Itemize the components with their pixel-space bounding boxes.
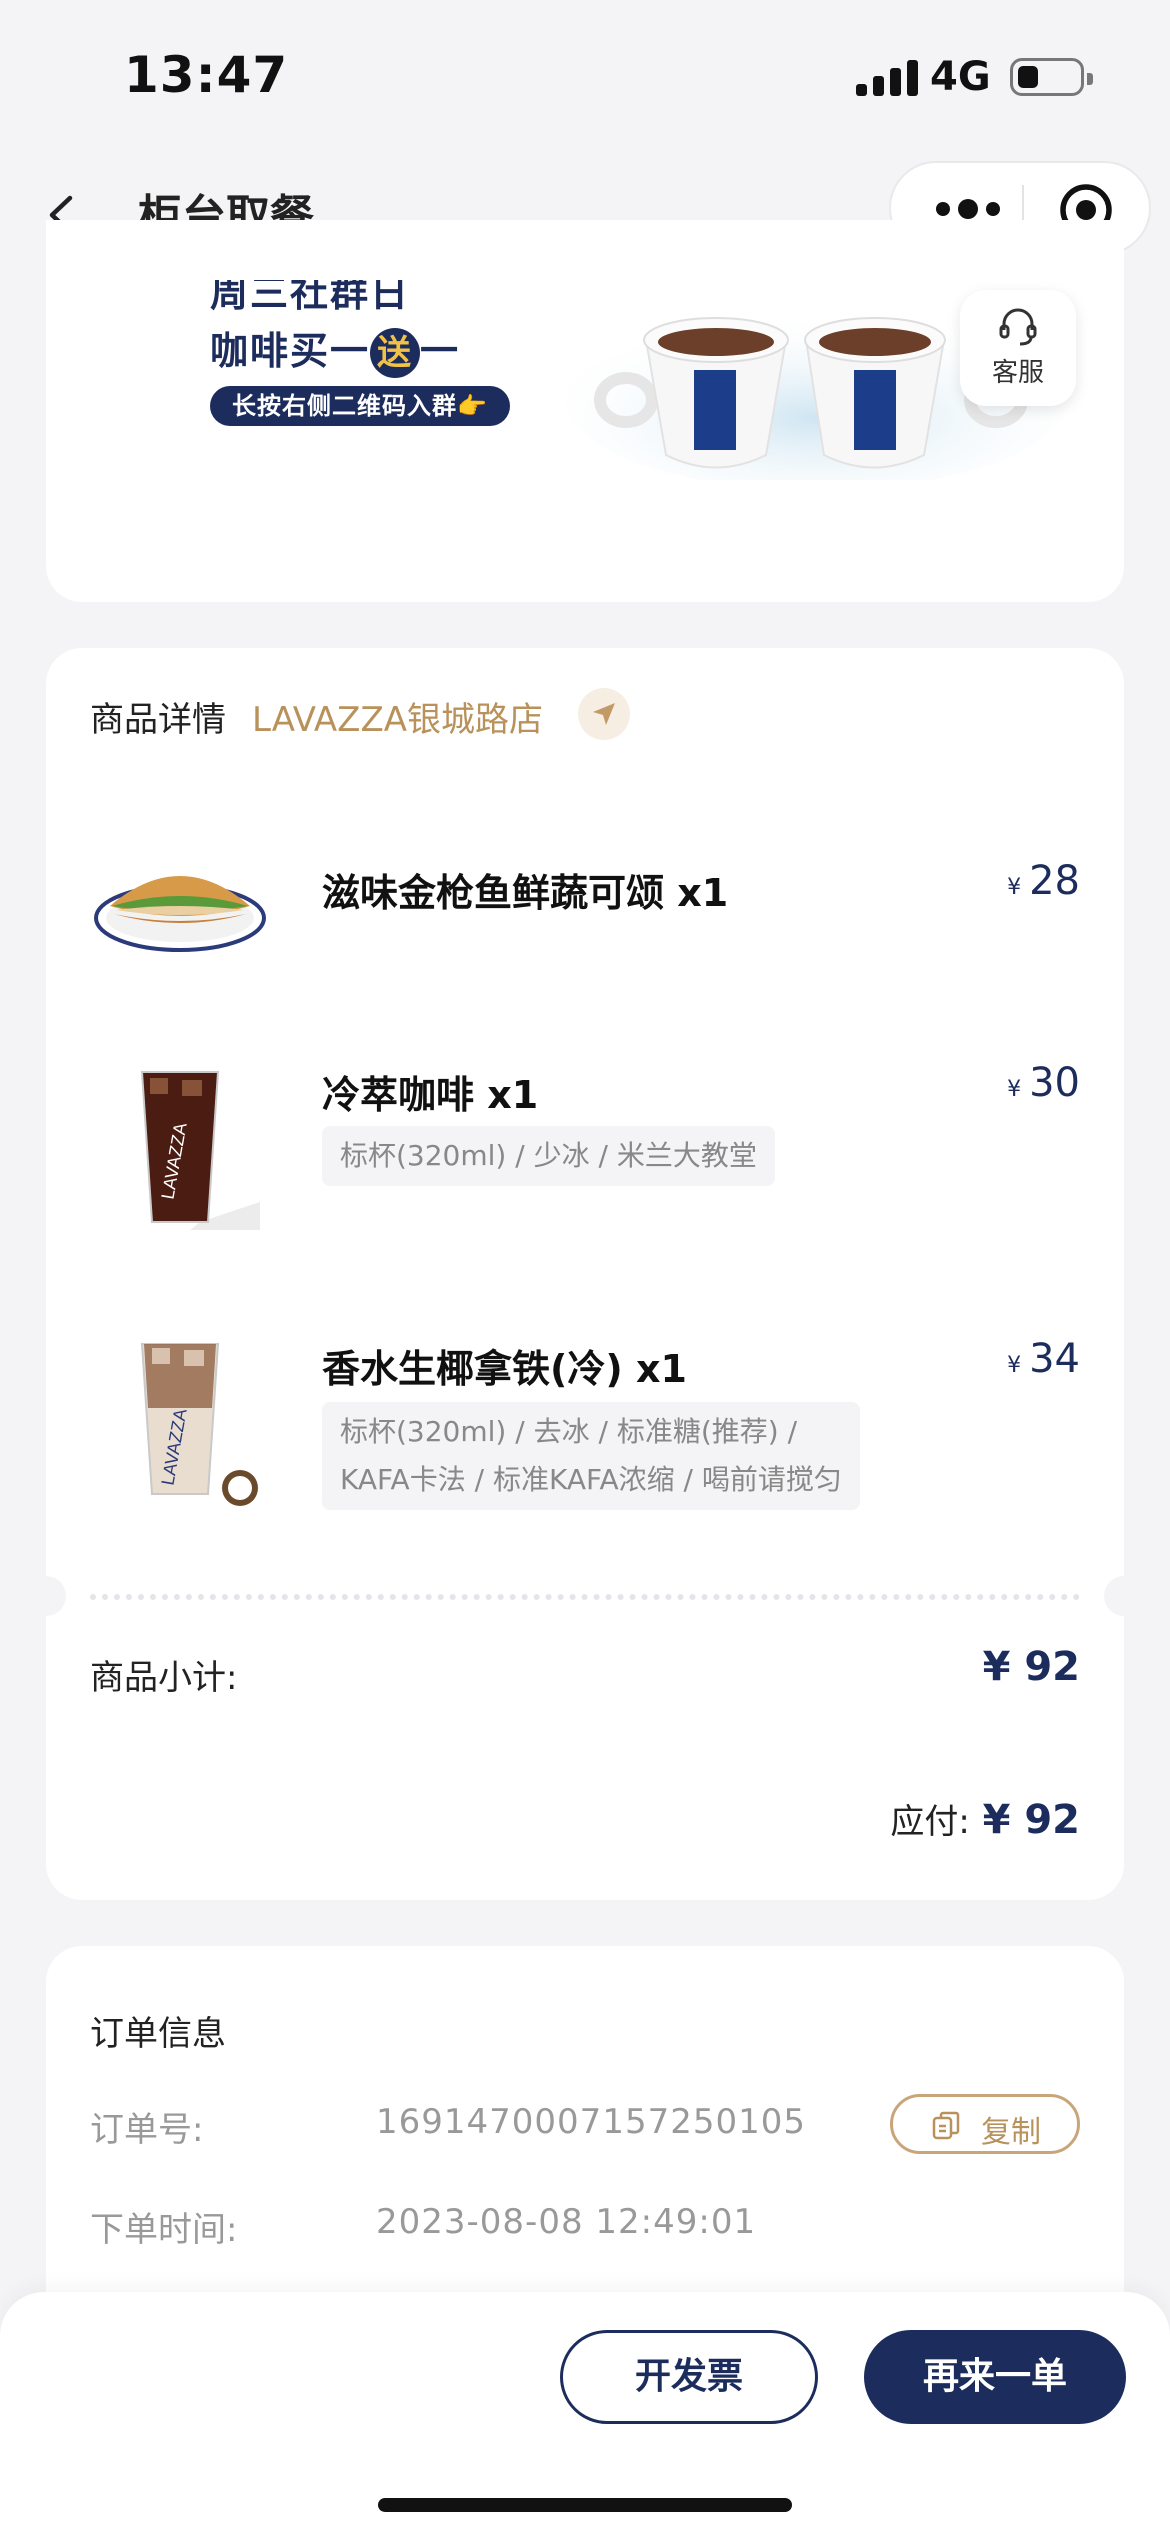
dotted-divider xyxy=(90,1594,1080,1600)
item-name: 滋味金枪鱼鲜蔬可颂 x1 xyxy=(322,871,729,915)
item-currency: ¥ xyxy=(1007,1077,1022,1102)
order-number-row: 订单号: 1691470007157250105 复制 xyxy=(90,2094,1080,2154)
status-bar: 13:47 4G xyxy=(0,0,1170,150)
item-price-value: 30 xyxy=(1029,1060,1080,1106)
reorder-button[interactable]: 再来一单 xyxy=(864,2330,1126,2424)
home-indicator xyxy=(378,2498,792,2512)
order-item[interactable]: LAVAZZA 香水生椰拿铁(冷) x1 ¥34 标杯(320ml) / 去冰 … xyxy=(46,1298,1124,1568)
item-price-value: 34 xyxy=(1029,1336,1080,1382)
item-spec: 标杯(320ml) / 少冰 / 米兰大教堂 xyxy=(322,1126,775,1186)
order-time-label: 下单时间: xyxy=(90,2210,238,2250)
cold-brew-coffee-image: LAVAZZA xyxy=(140,1071,260,1230)
subtotal-label: 商品小计: xyxy=(90,1658,238,1698)
subtotal-value: ¥ 92 xyxy=(982,1644,1080,1690)
battery-icon xyxy=(1010,58,1093,96)
bottom-action-bar: 开发票 再来一单 xyxy=(0,2292,1170,2532)
network-type: 4G xyxy=(930,54,991,100)
payable-label: 应付: xyxy=(890,1802,970,1842)
headset-icon xyxy=(999,308,1037,346)
payable-amount: 应付: ¥ 92 xyxy=(890,1794,1080,1843)
payable-value: ¥ 92 xyxy=(982,1797,1080,1843)
banner-offer: 咖啡买一送一 xyxy=(210,320,460,378)
order-item[interactable]: LAVAZZA 冷萃咖啡 x1 ¥30 标杯(320ml) / 少冰 / 米兰大… xyxy=(46,1016,1124,1276)
item-price: ¥30 xyxy=(1007,1060,1080,1106)
item-price: ¥28 xyxy=(1007,858,1080,904)
banner-qr-hint: 长按右侧二维码入群👉 xyxy=(210,386,510,426)
item-name: 冷萃咖啡 x1 xyxy=(322,1073,539,1117)
invoice-button[interactable]: 开发票 xyxy=(560,2330,818,2424)
order-info-title: 订单信息 xyxy=(90,2014,226,2054)
promo-banner-card: 周三社群日 咖啡买一送一 长按右侧二维码入群👉 客服 xyxy=(46,220,1124,602)
customer-service-label: 客服 xyxy=(991,358,1044,388)
item-currency: ¥ xyxy=(1007,875,1022,900)
order-time-row: 下单时间: 2023-08-08 12:49:01 xyxy=(90,2194,1080,2254)
order-number-label: 订单号: xyxy=(90,2110,204,2150)
ticket-notch-left xyxy=(26,1576,66,1616)
status-time: 13:47 xyxy=(124,46,289,104)
store-navigate-button[interactable] xyxy=(578,688,630,740)
copy-order-number-button[interactable]: 复制 xyxy=(890,2094,1080,2154)
banner-offer-circle: 送 xyxy=(370,328,421,378)
customer-service-button[interactable]: 客服 xyxy=(960,290,1076,406)
banner-offer-pre: 咖啡买一 xyxy=(210,329,371,373)
copy-icon xyxy=(932,2111,960,2140)
ticket-notch-right xyxy=(1104,1576,1144,1616)
product-details-card: 商品详情 LAVAZZA银城路店 滋味金枪鱼鲜蔬可颂 x1 ¥28 LAVAZZ… xyxy=(26,648,1144,1900)
item-spec-line: KAFA卡法 / 标准KAFA浓缩 / 喝前请搅匀 xyxy=(340,1463,842,1496)
banner-offer-post: 一 xyxy=(420,329,461,373)
signal-icon xyxy=(856,60,918,96)
item-spec: 标杯(320ml) / 去冰 / 标准糖(推荐) / KAFA卡法 / 标准KA… xyxy=(322,1402,860,1510)
croissant-sandwich-image xyxy=(94,876,266,952)
item-price-value: 28 xyxy=(1029,858,1080,904)
order-time-value: 2023-08-08 12:49:01 xyxy=(376,2202,757,2242)
navigation-arrow-icon xyxy=(593,703,615,725)
item-spec-line: 标杯(320ml) / 去冰 / 标准糖(推荐) / xyxy=(340,1415,797,1448)
store-name-link[interactable]: LAVAZZA银城路店 xyxy=(252,692,543,741)
banner-headline: 周三社群日 xyxy=(210,280,411,315)
product-details-heading: 商品详情 xyxy=(90,700,226,740)
item-currency: ¥ xyxy=(1007,1353,1022,1378)
order-item[interactable]: 滋味金枪鱼鲜蔬可颂 x1 ¥28 xyxy=(46,796,1124,1016)
item-price: ¥34 xyxy=(1007,1336,1080,1382)
item-name: 香水生椰拿铁(冷) x1 xyxy=(322,1347,687,1391)
copy-label: 复制 xyxy=(981,2115,1041,2150)
order-detail-page: 13:47 4G 柜台取餐 周三社群日 咖啡买一 送 一 长按右侧二维码入群👉 … xyxy=(0,0,1170,2532)
order-number-value: 1691470007157250105 xyxy=(376,2102,807,2142)
coconut-latte-image: LAVAZZA xyxy=(140,1343,258,1506)
